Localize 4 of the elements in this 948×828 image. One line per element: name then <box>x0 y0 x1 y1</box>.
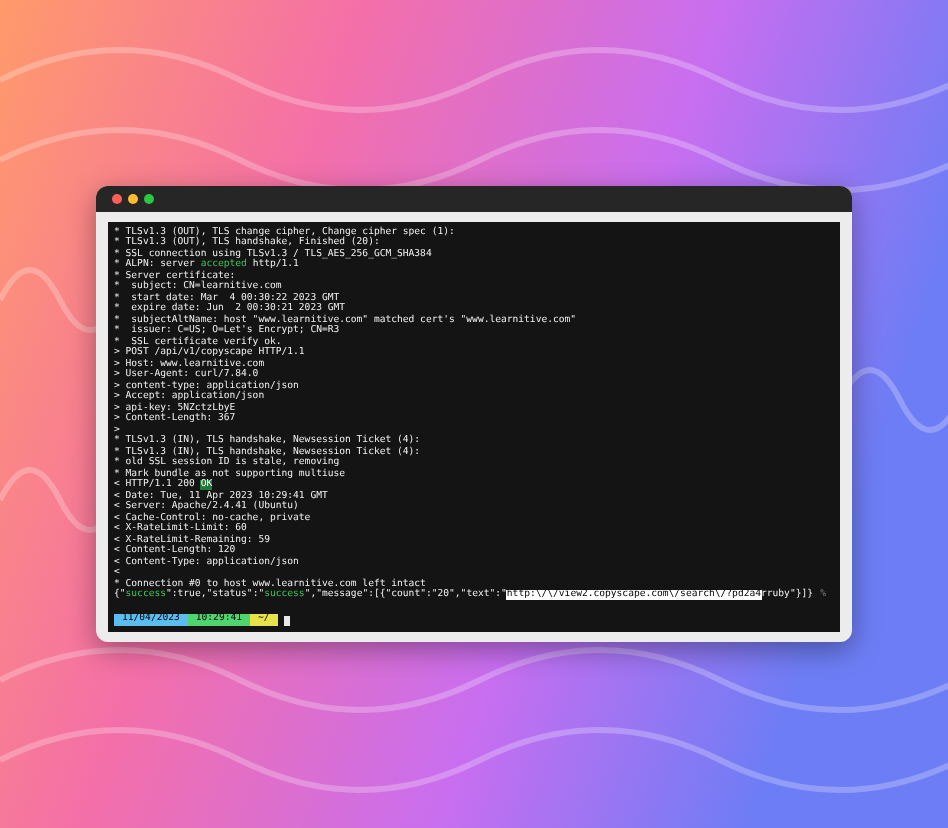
minimize-button[interactable] <box>128 193 138 204</box>
maximize-button[interactable] <box>144 193 154 204</box>
close-button[interactable] <box>112 193 122 204</box>
text-cursor <box>283 615 290 626</box>
